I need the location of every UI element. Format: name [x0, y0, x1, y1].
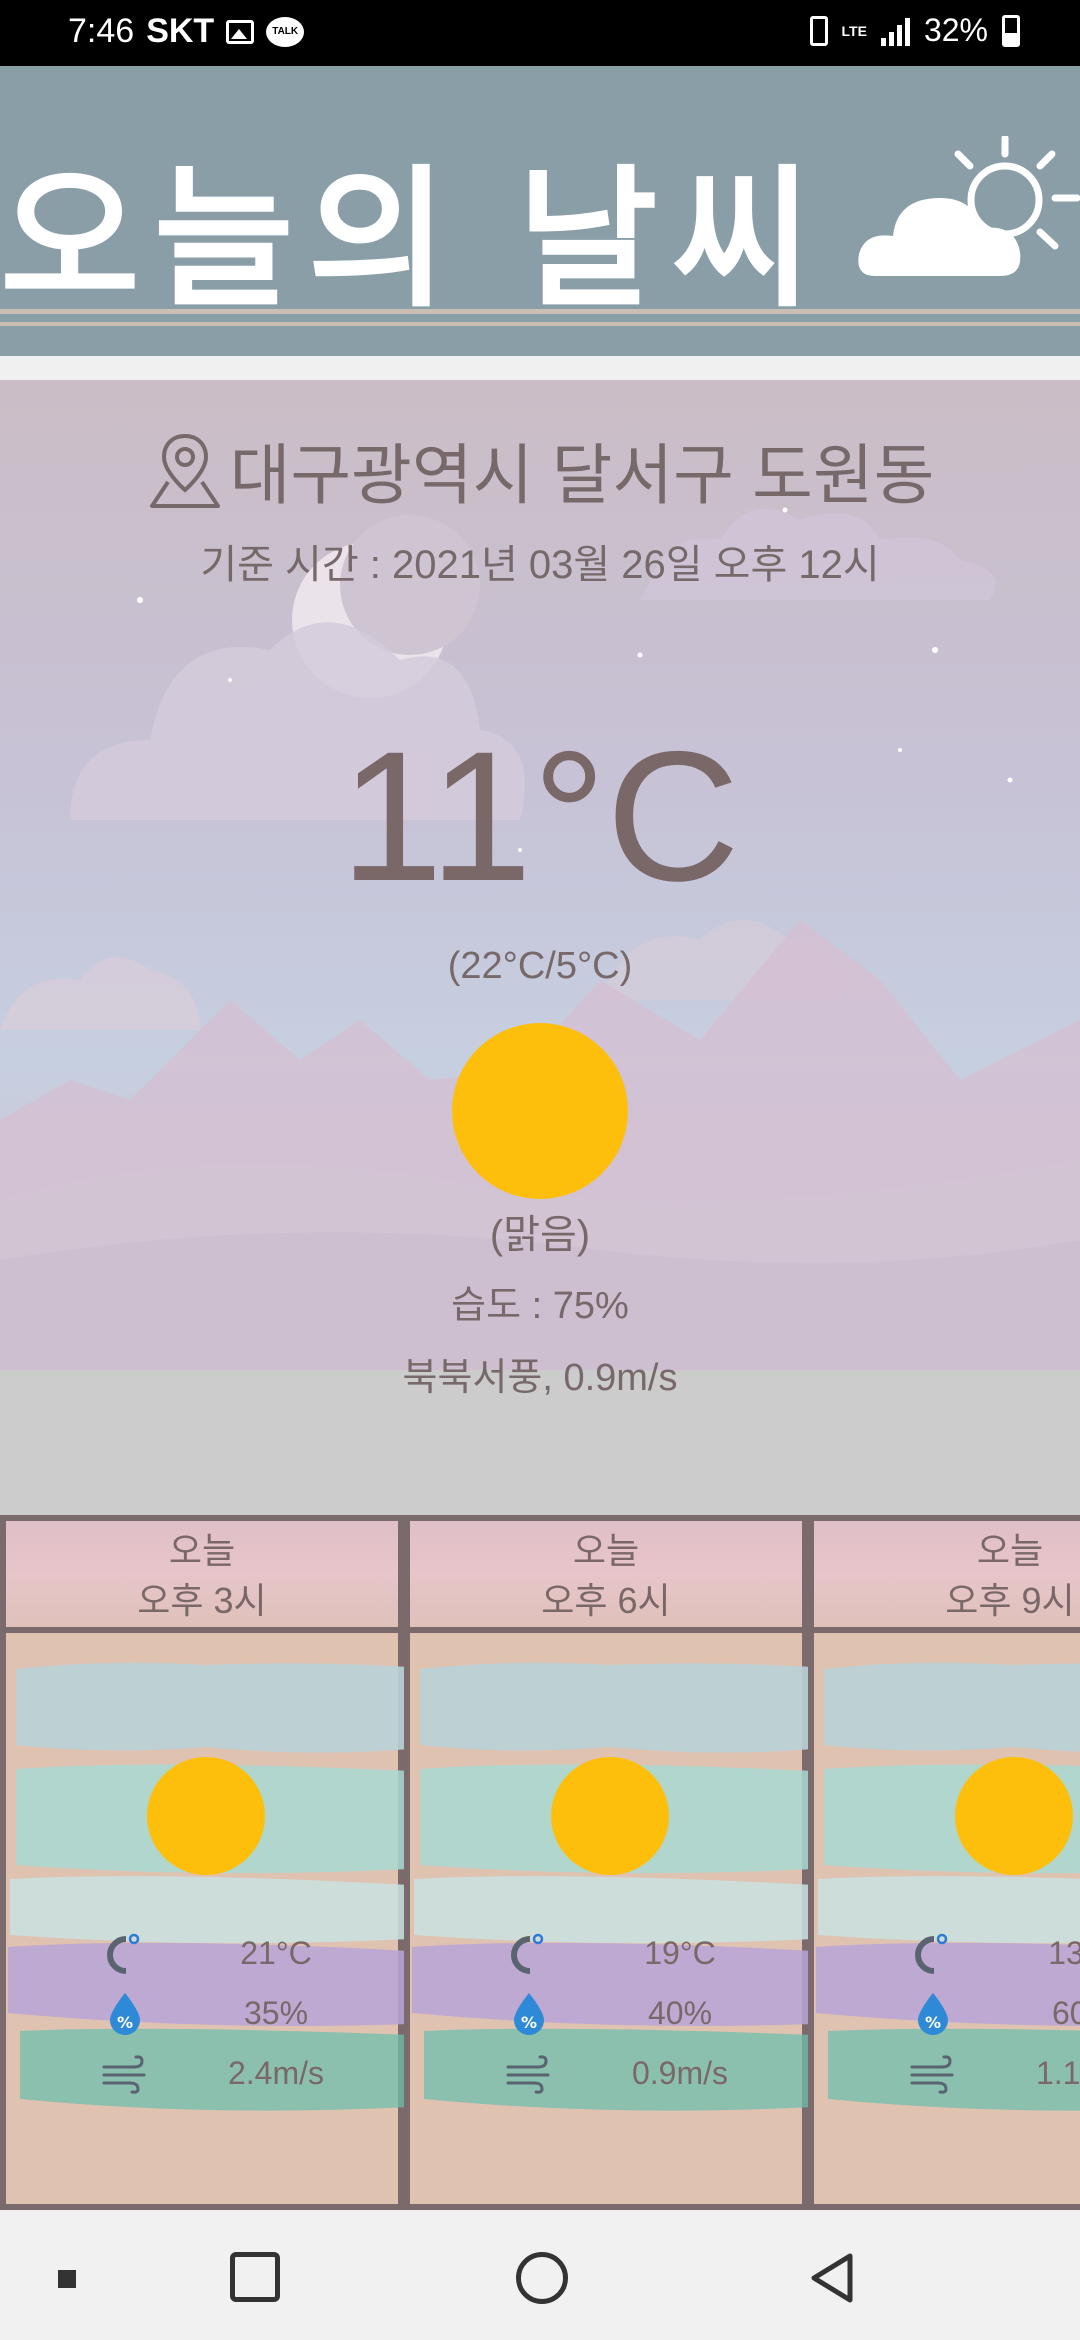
header-divider — [0, 322, 1080, 326]
forecast-day: 오늘 — [572, 1530, 640, 1571]
watercolor-background — [8, 1662, 410, 2111]
partly-cloudy-icon — [858, 136, 1080, 276]
sun-icon — [452, 1023, 628, 1199]
humidity-drop-icon: % — [110, 1993, 140, 2035]
humidity-drop-icon: % — [918, 1993, 948, 2035]
forecast-time: 오후 3시 — [137, 1580, 267, 1621]
forecast-temp: 13°C — [1048, 1935, 1080, 1971]
lte-icon: LTE — [841, 22, 867, 39]
forecast-wind-row: 1.1m/s — [814, 2049, 1080, 2099]
forecast-wind: 0.9m/s — [631, 2055, 729, 2091]
forecast-wind: 2.4m/s — [227, 2055, 325, 2091]
recent-apps-button[interactable] — [230, 2252, 280, 2302]
forecast-day: 오늘 — [168, 1530, 236, 1571]
forecast-humidity: 60% — [1051, 1995, 1080, 2031]
wind-icon — [506, 2055, 550, 2094]
forecast-column: 오늘 오후 9시 13°C — [808, 1515, 1080, 2210]
recent-indicator-icon[interactable] — [58, 2270, 76, 2288]
current-weather-panel: 대구광역시 달서구 도원동 기준 시간 : 2021년 03월 26일 오후 1… — [0, 380, 1080, 1515]
forecast-body: 13°C % 60% — [808, 1629, 1080, 2210]
vibrate-icon — [809, 15, 828, 46]
forecast-column: 오늘 오후 6시 19°C % 40% 0.9m/s — [404, 1515, 814, 2210]
sun-icon — [551, 1757, 669, 1875]
signal-icon — [880, 16, 910, 46]
forecast-humidity-row: % 60% — [814, 1989, 1080, 2039]
forecast-body: 21°C % 35% 2.4m/s — [0, 1629, 410, 2210]
wind-icon — [102, 2055, 146, 2094]
forecast-body: 19°C % 40% 0.9m/s — [404, 1629, 814, 2210]
wind-icon — [910, 2055, 954, 2094]
forecast-temp-row: 13°C — [814, 1929, 1080, 1979]
status-bar: 7:46 SKT TALK LTE 32% — [0, 0, 1080, 66]
map-pin-icon — [149, 433, 220, 508]
status-time: 7:46 — [68, 12, 135, 50]
forecast-day: 오늘 — [976, 1530, 1044, 1571]
humidity-drop-icon: % — [514, 1993, 544, 2035]
forecast-header: 오늘 오후 6시 — [404, 1515, 808, 1633]
forecast-humidity: 35% — [243, 1995, 309, 2031]
forecast-temp: 21°C — [240, 1935, 312, 1971]
forecast-wind-row: 0.9m/s — [410, 2049, 814, 2099]
status-right: LTE 32% — [809, 12, 1020, 49]
forecast-header: 오늘 오후 3시 — [0, 1515, 404, 1633]
app-title: 오늘의 날씨 — [0, 155, 826, 325]
location-row: 대구광역시 달서구 도원동 — [0, 422, 1080, 518]
battery-percent: 32% — [923, 12, 988, 48]
forecast-humidity-row: % 40% — [410, 1989, 814, 2039]
gallery-icon — [226, 19, 255, 44]
svg-text:%: % — [521, 2013, 537, 2032]
weather-condition: (맑음) — [489, 1213, 591, 1257]
svg-text:%: % — [925, 2013, 941, 2032]
status-carrier: SKT — [146, 12, 215, 50]
watercolor-background — [816, 1662, 1080, 2111]
forecast-temp: 19°C — [644, 1935, 716, 1971]
forecast-temp-row: 21°C — [6, 1929, 410, 1979]
forecast-time: 오후 9시 — [945, 1580, 1075, 1621]
base-time: 기준 시간 : 2021년 03월 26일 오후 12시 — [200, 543, 880, 587]
temperature-icon — [511, 1933, 544, 1974]
talk-icon: TALK — [266, 16, 305, 47]
back-button[interactable] — [802, 2248, 862, 2308]
forecast-header: 오늘 오후 9시 — [808, 1515, 1080, 1633]
temperature-icon — [107, 1933, 140, 1974]
temperature-range: (22°C/5°C) — [447, 945, 633, 987]
battery-icon — [1002, 14, 1020, 47]
forecast-humidity: 40% — [647, 1995, 713, 2031]
home-button[interactable] — [516, 2252, 568, 2304]
humidity-text: 습도 : 75% — [451, 1285, 629, 1327]
app-root: 7:46 SKT TALK LTE 32% 오늘의 날씨 대구광역시 달서구 도… — [0, 0, 1080, 2340]
forecast-temp-row: 19°C — [410, 1929, 814, 1979]
current-temperature: 11°C — [340, 714, 740, 920]
location-name: 대구광역시 달서구 도원동 — [229, 438, 935, 512]
status-left: 7:46 SKT TALK — [68, 12, 305, 51]
temperature-icon — [915, 1933, 948, 1974]
sun-icon — [955, 1757, 1073, 1875]
watercolor-background — [412, 1662, 814, 2111]
forecast-column: 오늘 오후 3시 21°C % 35% 2.4m/s — [0, 1515, 410, 2210]
header-divider — [0, 309, 1080, 314]
forecast-wind-row: 2.4m/s — [6, 2049, 410, 2099]
hourly-forecast: 오늘 오후 3시 21°C % 35% 2.4m/s 오늘 오후 6시 19°C… — [0, 1515, 1080, 2210]
app-header: 오늘의 날씨 — [0, 66, 1080, 356]
forecast-humidity-row: % 35% — [6, 1989, 410, 2039]
svg-text:%: % — [117, 2013, 133, 2032]
navigation-bar — [0, 2212, 1080, 2340]
sun-icon — [147, 1757, 265, 1875]
forecast-time: 오후 6시 — [541, 1580, 671, 1621]
wind-text: 북북서풍, 0.9m/s — [402, 1357, 678, 1399]
forecast-wind: 1.1m/s — [1035, 2055, 1080, 2091]
